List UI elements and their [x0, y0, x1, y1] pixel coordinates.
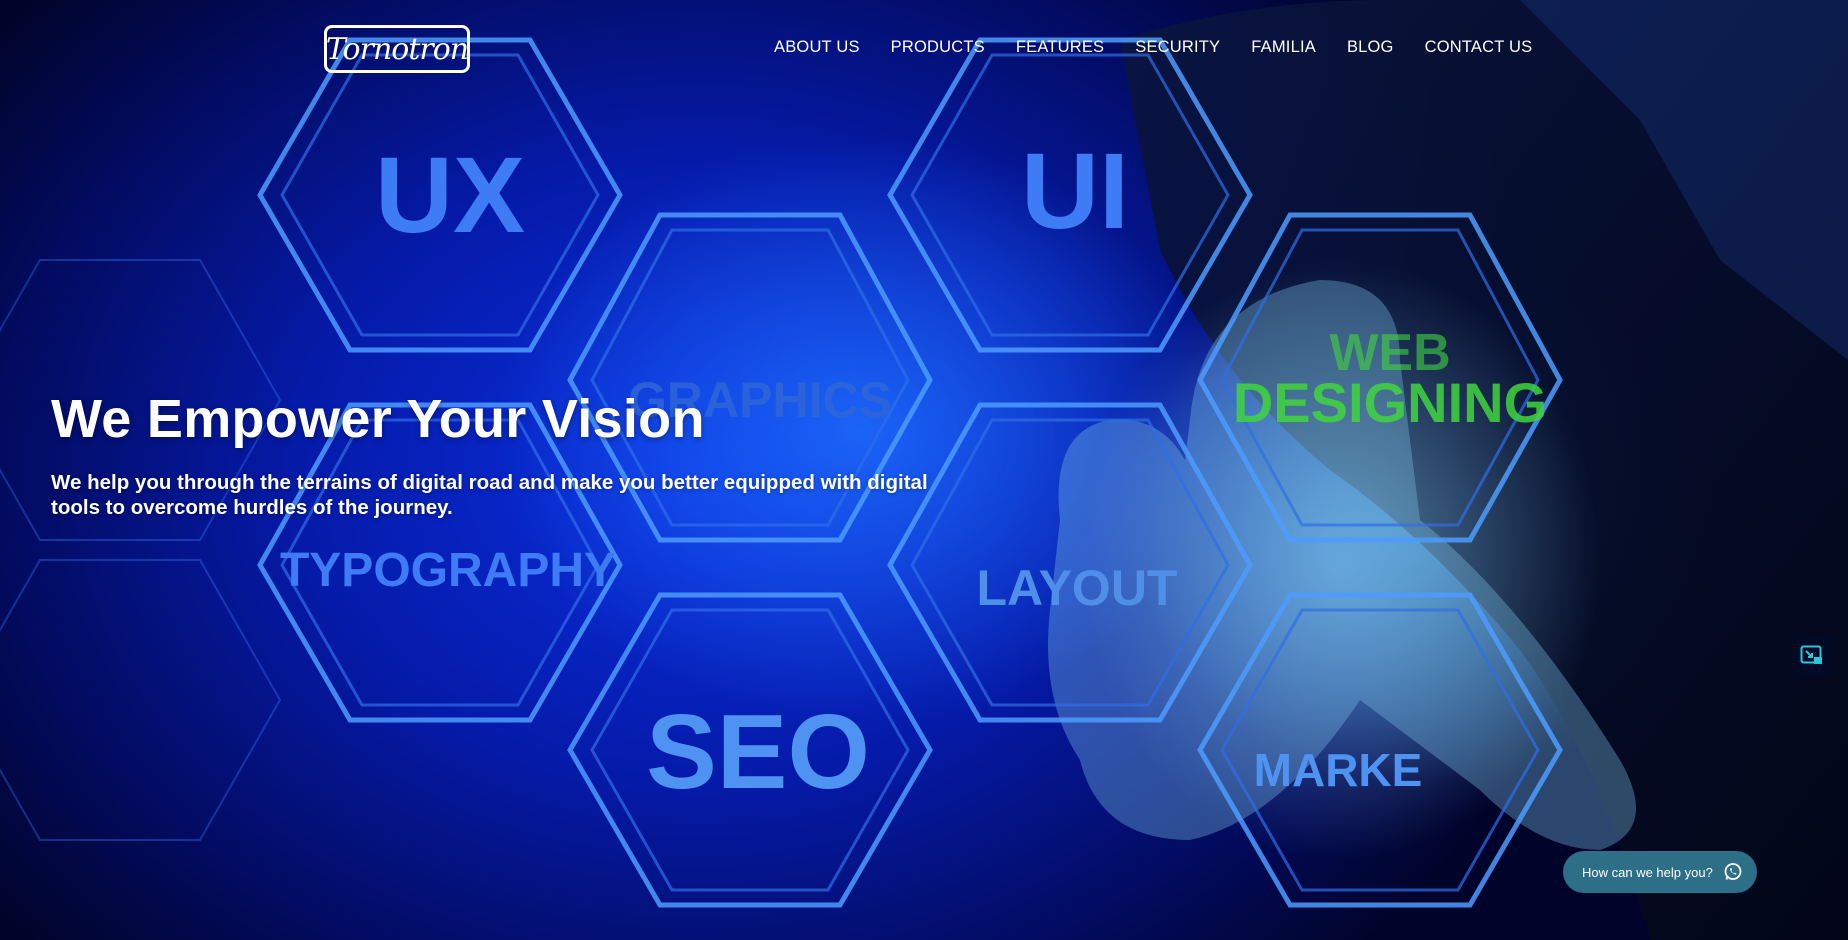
nav-features[interactable]: FEATURES [1016, 38, 1104, 57]
nav-about-us[interactable]: ABOUT US [774, 38, 860, 57]
logo-text: Tornotron [325, 31, 469, 67]
side-widget-button[interactable] [1793, 637, 1831, 675]
chat-help-label: How can we help you? [1582, 864, 1713, 880]
chat-help-button[interactable]: How can we help you? [1563, 851, 1757, 893]
nav-security[interactable]: SECURITY [1135, 38, 1220, 57]
hex-word-seo: SEO [646, 693, 870, 811]
hero-title: We Empower Your Vision [51, 389, 705, 449]
main-nav: ABOUT US PRODUCTS FEATURES SECURITY FAMI… [774, 38, 1532, 57]
site-logo[interactable]: Tornotron [324, 25, 470, 73]
nav-contact-us[interactable]: CONTACT US [1425, 38, 1533, 57]
expand-icon [1800, 645, 1822, 664]
hex-word-layout: LAYOUT [977, 560, 1178, 616]
hex-word-ux: UX [375, 134, 525, 255]
whatsapp-icon [1722, 861, 1744, 883]
hero-subtitle: We help you through the terrains of digi… [51, 471, 928, 519]
nav-familia[interactable]: FAMILIA [1251, 38, 1316, 57]
hero-section: UX UI GRAPHICS WEB DESIGNING TYPOGRAPHY … [0, 0, 1848, 940]
nav-products[interactable]: PRODUCTS [891, 38, 985, 57]
nav-blog[interactable]: BLOG [1347, 38, 1394, 57]
hex-word-designing: DESIGNING [1233, 371, 1547, 434]
hex-word-typography: TYPOGRAPHY [280, 544, 616, 597]
hex-word-marke: MARKE [1254, 744, 1423, 796]
hex-word-ui: UI [1021, 130, 1129, 251]
